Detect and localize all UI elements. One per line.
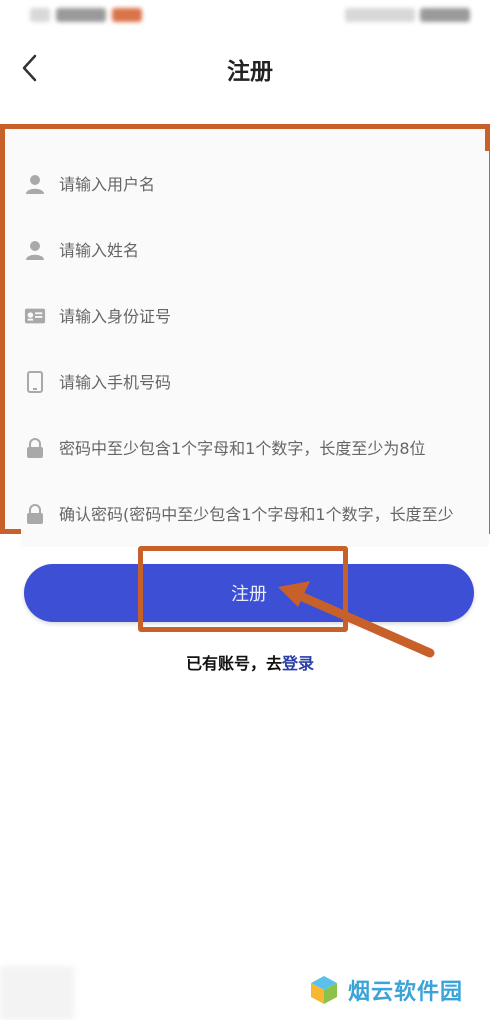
password-row	[21, 415, 489, 482]
login-link[interactable]: 登录	[282, 654, 314, 673]
person-icon	[23, 172, 47, 196]
nav-bar: 注册	[0, 30, 500, 110]
status-bar	[0, 0, 500, 30]
cube-logo-icon	[311, 976, 337, 1004]
login-prompt: 已有账号，去登录	[0, 650, 500, 674]
status-blur-5	[420, 8, 470, 22]
name-row	[21, 217, 489, 284]
register-button[interactable]: 注册	[24, 564, 474, 622]
confirm-password-input[interactable]	[57, 503, 481, 525]
username-input[interactable]	[57, 173, 481, 195]
status-blur-1	[30, 8, 50, 22]
page-title: 注册	[227, 59, 273, 85]
phone-input[interactable]	[57, 371, 481, 393]
status-blur-4	[345, 8, 415, 22]
status-blur-3	[112, 8, 142, 22]
lock-icon	[23, 502, 47, 526]
id-number-row	[21, 283, 489, 350]
id-number-input[interactable]	[57, 305, 481, 327]
corner-overlay	[0, 966, 74, 1020]
id-card-icon	[23, 304, 47, 328]
person-icon	[23, 238, 47, 262]
name-input[interactable]	[57, 239, 481, 261]
watermark-text: 烟云软件园	[348, 980, 464, 1005]
phone-icon	[23, 370, 47, 394]
confirm-password-row	[21, 481, 489, 547]
username-row	[21, 151, 489, 218]
login-prompt-text: 已有账号，去	[185, 654, 282, 673]
watermark: 烟云软件园	[308, 970, 463, 1010]
status-blur-2	[56, 8, 106, 22]
register-form	[0, 124, 490, 547]
lock-icon	[23, 436, 47, 460]
password-input[interactable]	[57, 437, 481, 459]
phone-row	[21, 349, 489, 416]
